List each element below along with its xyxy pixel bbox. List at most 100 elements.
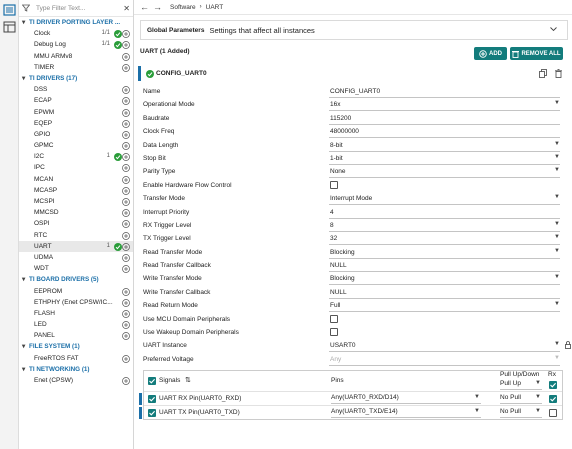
sidebar-item-mcasp[interactable]: MCASP (19, 185, 133, 196)
use-mcu-domain-peripherals-checkbox[interactable] (330, 314, 338, 323)
add-icon[interactable] (122, 242, 130, 251)
add-icon[interactable] (122, 41, 130, 50)
add-icon[interactable] (122, 332, 130, 341)
add-icon[interactable] (122, 131, 130, 139)
data-length-select[interactable]: 8-bit ▼ (329, 141, 560, 152)
signal-checkbox[interactable] (148, 409, 156, 417)
use-wakeup-domain-peripherals-checkbox[interactable] (330, 328, 338, 337)
add-icon[interactable] (122, 354, 130, 363)
baudrate-field[interactable]: 115200 (329, 115, 560, 125)
read-return-mode-select[interactable]: Full ▼ (329, 301, 560, 313)
parity-type-select[interactable]: None ▼ (329, 167, 560, 179)
pull-select[interactable]: No Pull ▼ (500, 408, 542, 418)
add-icon[interactable] (122, 142, 130, 150)
sort-icon[interactable]: ⇅ (185, 376, 191, 384)
clock-freq-field[interactable]: 48000000 (329, 128, 560, 139)
breadcrumb-root[interactable]: Software (170, 4, 196, 11)
add-icon[interactable] (122, 265, 130, 273)
read-transfer-callback-field[interactable]: NULL (329, 262, 560, 273)
filter-icon[interactable] (22, 4, 30, 12)
add-icon[interactable] (122, 30, 130, 39)
add-icon[interactable] (122, 52, 130, 61)
add-icon[interactable] (122, 220, 130, 229)
remove-all-button[interactable]: REMOVE ALL (510, 47, 563, 60)
add-icon[interactable] (122, 298, 130, 307)
forward-icon[interactable]: → (153, 2, 162, 12)
back-icon[interactable]: ← (140, 2, 149, 12)
sidebar-item-wdt[interactable]: WDT (19, 263, 133, 274)
sidebar-item-eqep[interactable]: EQEP (19, 118, 133, 129)
signal-checkbox[interactable] (148, 395, 156, 403)
add-icon[interactable] (122, 287, 130, 296)
add-icon[interactable] (122, 209, 130, 218)
group-ti-board-drivers-5[interactable]: ▾ TI BOARD DRIVERS (5) (19, 274, 133, 285)
sidebar-item-mcspi[interactable]: MCSPI (19, 196, 133, 207)
pull-select[interactable]: No Pull ▼ (500, 394, 542, 404)
write-transfer-callback-field[interactable]: NULL (329, 289, 560, 299)
group-file-system-1[interactable]: ▾ FILE SYSTEM (1) (19, 341, 133, 352)
sidebar-item-ethphy-enet-cpsw-ic[interactable]: ETHPHY (Enet CPSW/IC... (19, 297, 133, 308)
add-icon[interactable] (122, 254, 130, 262)
sidebar-item-panel[interactable]: PANEL (19, 330, 133, 341)
sidebar-item-mmcsd[interactable]: MMCSD (19, 207, 133, 218)
pull-all-select[interactable]: Pull Up ▼ (500, 380, 542, 390)
copy-icon[interactable] (539, 69, 547, 80)
add-icon[interactable] (122, 321, 130, 329)
add-icon[interactable] (122, 231, 130, 240)
caret-down-icon[interactable]: ▾ (22, 17, 29, 28)
operational-mode-select[interactable]: 16x ▼ (329, 100, 560, 112)
sidebar-item-i2c[interactable]: I2C 1 (19, 151, 133, 162)
tx-trigger-level-select[interactable]: 32 ▼ (329, 234, 560, 246)
add-icon[interactable] (122, 97, 130, 106)
caret-down-icon[interactable]: ▾ (22, 274, 29, 285)
lock-icon[interactable] (565, 341, 571, 351)
sidebar-item-epwm[interactable]: EPWM (19, 107, 133, 118)
group-ti-networking-1[interactable]: ▾ TI NETWORKING (1) (19, 364, 133, 375)
sidebar-item-ipc[interactable]: IPC (19, 162, 133, 173)
sidebar-item-dss[interactable]: DSS (19, 84, 133, 95)
add-icon[interactable] (122, 175, 130, 184)
add-icon[interactable] (122, 86, 130, 94)
sidebar-item-rtc[interactable]: RTC (19, 230, 133, 241)
sidebar-item-ospi[interactable]: OSPI (19, 218, 133, 229)
sidebar-item-enet-cpsw[interactable]: Enet (CPSW) (19, 375, 133, 386)
add-icon[interactable] (122, 377, 130, 385)
group-ti-drivers-17[interactable]: ▾ TI DRIVERS (17) (19, 73, 133, 84)
hierarchy-icon[interactable] (3, 4, 16, 16)
enable-hardware-flow-control-checkbox[interactable] (330, 180, 338, 189)
add-icon[interactable] (122, 108, 130, 117)
sidebar-item-debug-log[interactable]: Debug Log 1/1 (19, 39, 133, 50)
sidebar-item-led[interactable]: LED (19, 319, 133, 330)
instance-header[interactable]: CONFIG_UART0 (138, 66, 568, 81)
add-button[interactable]: ADD (474, 47, 507, 60)
pin-select[interactable]: Any(UART0_RXD/D14) ▼ (331, 394, 481, 404)
sidebar-item-gpmc[interactable]: GPMC (19, 140, 133, 151)
add-icon[interactable] (122, 119, 130, 128)
sidebar-item-gpio[interactable]: GPIO (19, 129, 133, 140)
sidebar-item-flash[interactable]: FLASH (19, 308, 133, 319)
uart-instance-select[interactable]: USART0 ▼ (329, 341, 560, 353)
sidebar-item-mcan[interactable]: MCAN (19, 174, 133, 185)
add-icon[interactable] (122, 310, 130, 318)
add-icon[interactable] (122, 198, 130, 206)
transfer-mode-select[interactable]: Interrupt Mode ▼ (329, 194, 560, 206)
filter-input[interactable]: Type Filter Text... (36, 5, 123, 12)
group-ti-driver-porting-layer[interactable]: ▾ TI DRIVER PORTING LAYER ... (19, 17, 133, 28)
pin-select[interactable]: Any(UART0_TXD/E14) ▼ (331, 408, 481, 418)
read-transfer-mode-select[interactable]: Blocking ▼ (329, 248, 560, 259)
stop-bit-select[interactable]: 1-bit ▼ (329, 154, 560, 165)
sidebar-item-timer[interactable]: TIMER (19, 62, 133, 73)
name-field[interactable]: CONFIG_UART0 (329, 88, 560, 98)
global-parameters-header[interactable]: Global Parameters Settings that affect a… (140, 20, 568, 40)
chevron-down-icon[interactable] (550, 26, 557, 34)
add-icon[interactable] (122, 63, 130, 72)
signals-select-all-checkbox[interactable] (148, 377, 156, 385)
add-icon[interactable] (122, 164, 130, 173)
trash-icon[interactable] (555, 69, 562, 80)
rx-trigger-level-select[interactable]: 8 ▼ (329, 221, 560, 232)
sidebar-item-clock[interactable]: Clock 1/1 (19, 28, 133, 39)
sidebar-item-freertos-fat[interactable]: FreeRTOS FAT (19, 353, 133, 364)
rx-checkbox[interactable] (549, 409, 557, 417)
add-icon[interactable] (122, 153, 130, 162)
sidebar-item-udma[interactable]: UDMA (19, 252, 133, 263)
